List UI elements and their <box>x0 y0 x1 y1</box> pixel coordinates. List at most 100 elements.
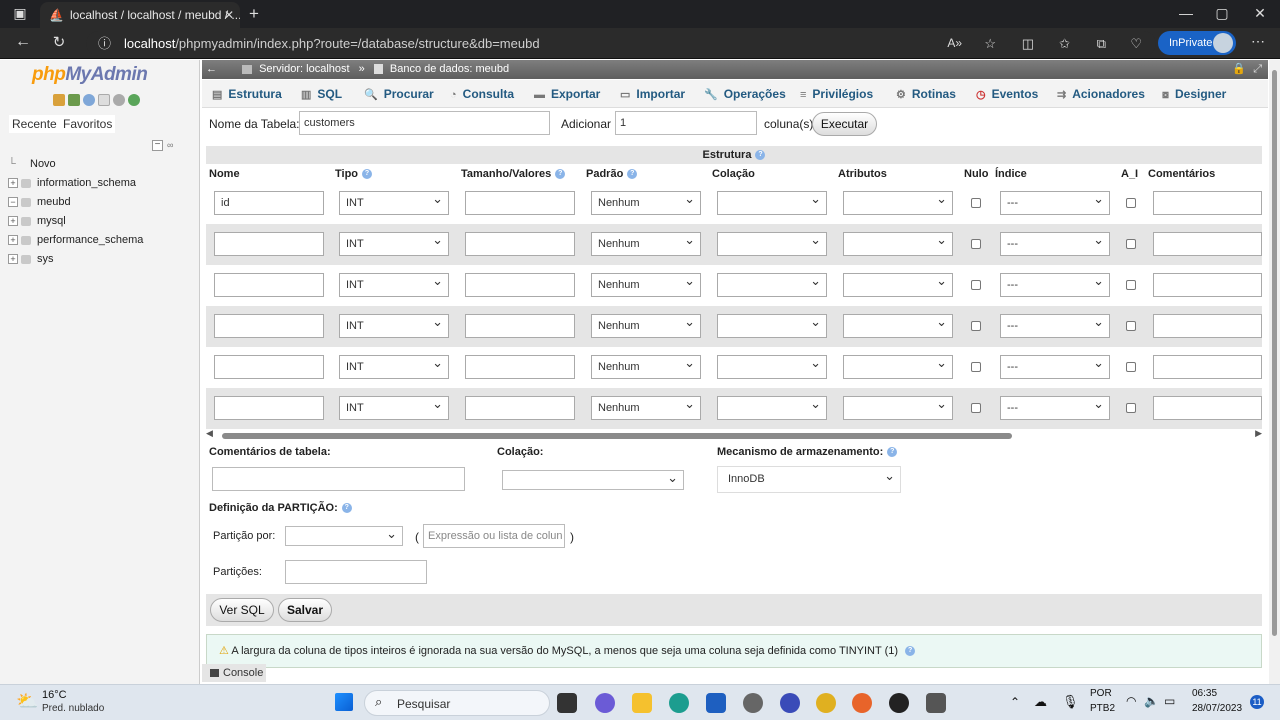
tab-export[interactable]: ▬ Exportar <box>534 80 600 108</box>
column-ai-checkbox[interactable] <box>1126 239 1136 249</box>
settings-icon[interactable] <box>743 693 763 713</box>
column-type-select[interactable]: INT <box>339 229 449 256</box>
tab-designer[interactable]: ⧇ Designer <box>1162 80 1226 108</box>
expand-icon[interactable]: + <box>8 254 18 265</box>
browser-essentials-icon[interactable]: ♡ <box>1130 31 1142 56</box>
logout-icon[interactable] <box>68 94 80 106</box>
tab-search[interactable]: 🔍 Procurar <box>364 80 434 108</box>
split-screen-icon[interactable]: ◫ <box>1022 31 1034 56</box>
column-collation-select[interactable] <box>717 270 827 297</box>
more-menu-icon[interactable]: ⋯ <box>1250 33 1266 50</box>
help-icon[interactable]: ? <box>341 503 352 514</box>
wifi-icon[interactable]: ◠ <box>1126 694 1136 708</box>
taskbar-search[interactable]: ⌕ Pesquisar <box>364 690 550 716</box>
column-index-select[interactable]: --- <box>1000 188 1110 215</box>
expand-icon[interactable]: + <box>8 235 18 246</box>
tree-item-database[interactable]: + mysql <box>8 212 66 230</box>
tab-query[interactable]: ◔ Consulta <box>450 80 514 108</box>
column-attributes-select[interactable] <box>843 393 953 420</box>
firefox-icon[interactable] <box>852 693 872 713</box>
scroll-left-icon[interactable]: ◀ <box>206 428 213 439</box>
scroll-right-icon[interactable]: ▶ <box>1255 428 1262 439</box>
column-default-select[interactable]: Nenhum <box>591 393 701 420</box>
help-icon[interactable]: ? <box>627 169 638 180</box>
tab-triggers[interactable]: ⇉ Acionadores <box>1057 80 1145 108</box>
column-null-checkbox[interactable] <box>971 321 981 331</box>
task-view-icon[interactable] <box>557 693 577 713</box>
github-icon[interactable] <box>889 693 909 713</box>
close-window-icon[interactable]: ✕ <box>1252 5 1268 22</box>
new-tab-icon[interactable]: + <box>244 4 264 24</box>
column-default-select[interactable]: Nenhum <box>591 188 701 215</box>
start-icon[interactable] <box>335 693 353 711</box>
column-ai-checkbox[interactable] <box>1126 321 1136 331</box>
help-icon[interactable] <box>83 94 95 106</box>
column-null-checkbox[interactable] <box>971 239 981 249</box>
collections-icon[interactable]: ⧉ <box>1097 31 1106 56</box>
column-default-select[interactable]: Nenhum <box>591 229 701 256</box>
tree-item-new[interactable]: └ Novo <box>8 155 56 173</box>
column-attributes-select[interactable] <box>843 229 953 256</box>
tab-structure[interactable]: ▤ Estrutura <box>212 80 282 108</box>
tab-operations[interactable]: 🔧 Operações <box>704 80 786 108</box>
tab-import[interactable]: ▭ Importar <box>620 80 685 108</box>
tree-item-database[interactable]: + performance_schema <box>8 231 143 249</box>
column-ai-checkbox[interactable] <box>1126 362 1136 372</box>
column-comment-input[interactable] <box>1153 396 1262 420</box>
read-aloud-icon[interactable]: A» <box>947 31 962 56</box>
tab-events[interactable]: ◷ Eventos <box>976 80 1038 108</box>
vertical-scrollbar[interactable] <box>1269 60 1280 684</box>
column-null-checkbox[interactable] <box>971 362 981 372</box>
column-ai-checkbox[interactable] <box>1126 198 1136 208</box>
column-null-checkbox[interactable] <box>971 280 981 290</box>
scrollbar-thumb[interactable] <box>1272 70 1277 636</box>
column-name-input[interactable] <box>214 396 324 420</box>
favorite-star-icon[interactable]: ☆ <box>984 31 996 56</box>
column-comment-input[interactable] <box>1153 355 1262 379</box>
reload-icon[interactable] <box>128 94 140 106</box>
collapse-all-icon[interactable]: − <box>152 140 163 151</box>
collapse-sidebar-icon[interactable]: ← <box>206 60 217 79</box>
table-collation-select[interactable] <box>502 467 684 490</box>
link-with-main-icon[interactable]: ∞ <box>167 141 181 150</box>
phpmyadmin-logo[interactable]: phpMyAdmin <box>32 64 148 86</box>
expand-icon[interactable]: + <box>8 178 18 189</box>
recent-button[interactable]: Recente <box>9 115 60 133</box>
preview-sql-button[interactable]: Ver SQL <box>210 598 274 622</box>
column-default-select[interactable]: Nenhum <box>591 352 701 379</box>
column-type-select[interactable]: INT <box>339 311 449 338</box>
back-icon[interactable]: ← <box>14 33 32 51</box>
tree-item-database[interactable]: − meubd <box>8 193 71 211</box>
column-type-select[interactable]: INT <box>339 270 449 297</box>
docs-icon[interactable] <box>98 94 110 106</box>
column-null-checkbox[interactable] <box>971 403 981 413</box>
browser-tab[interactable]: ⛵ localhost / localhost / meubd / ... ✕ <box>40 2 240 28</box>
edge-browser-icon[interactable] <box>669 693 689 713</box>
cloud-sync-icon[interactable]: ☁ <box>1034 694 1047 710</box>
column-index-select[interactable]: --- <box>1000 352 1110 379</box>
weather-temperature[interactable]: 16°C <box>42 689 67 701</box>
column-null-checkbox[interactable] <box>971 198 981 208</box>
partitions-input[interactable] <box>285 560 427 584</box>
column-default-select[interactable]: Nenhum <box>591 270 701 297</box>
column-name-input[interactable] <box>214 232 324 256</box>
refresh-icon[interactable]: ↻ <box>50 33 68 51</box>
breadcrumb-server[interactable]: Servidor: localhost <box>259 63 350 75</box>
column-type-select[interactable]: INT <box>339 188 449 215</box>
column-comment-input[interactable] <box>1153 314 1262 338</box>
collapse-icon[interactable]: − <box>8 197 18 208</box>
column-length-input[interactable] <box>465 355 575 379</box>
table-name-input[interactable]: customers <box>299 111 550 135</box>
help-icon[interactable]: ? <box>755 150 766 161</box>
save-button[interactable]: Salvar <box>278 598 332 622</box>
column-ai-checkbox[interactable] <box>1126 280 1136 290</box>
column-length-input[interactable] <box>465 273 575 297</box>
help-icon[interactable]: ? <box>555 169 566 180</box>
column-type-select[interactable]: INT <box>339 352 449 379</box>
column-default-select[interactable]: Nenhum <box>591 311 701 338</box>
column-length-input[interactable] <box>465 396 575 420</box>
tab-actions-icon[interactable]: ▣ <box>12 5 28 22</box>
partition-expression-input[interactable]: Expressão ou lista de colun <box>423 524 565 548</box>
column-comment-input[interactable] <box>1153 191 1262 215</box>
column-collation-select[interactable] <box>717 393 827 420</box>
